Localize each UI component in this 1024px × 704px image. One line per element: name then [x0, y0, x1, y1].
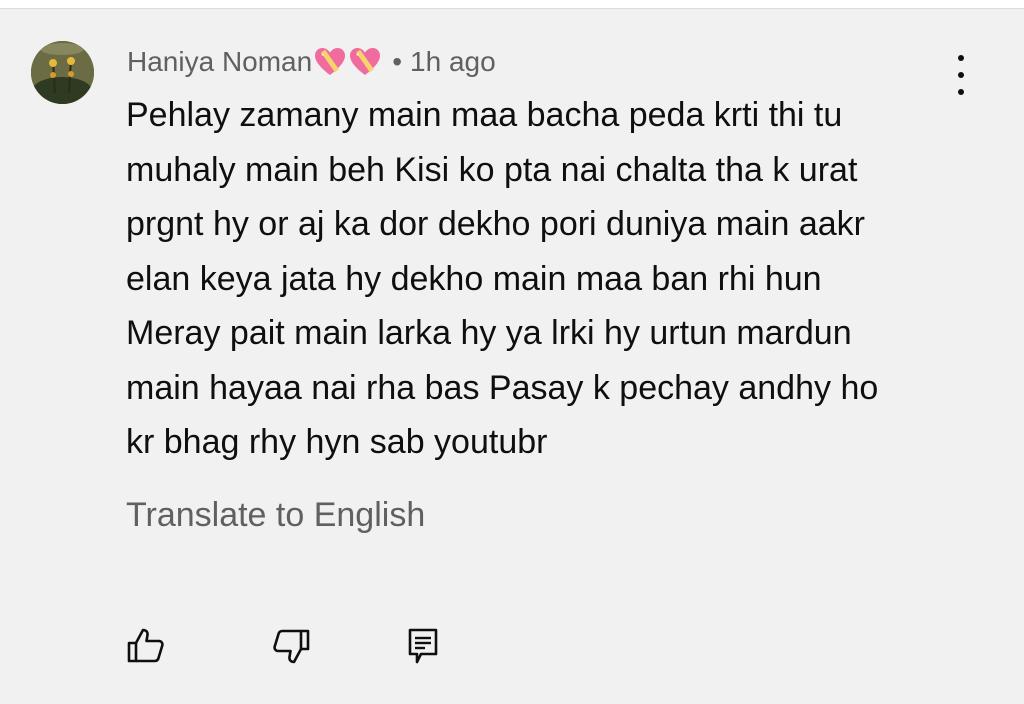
thumbs-down-icon [273, 629, 310, 664]
timestamp: 1h ago [410, 46, 496, 77]
comment-text-line: kr bhag rhy hyn sab youtubr [126, 423, 548, 461]
comment-text: Pehlay zamany main maa bacha peda krti t… [126, 88, 986, 470]
thumbs-up-icon [127, 628, 164, 663]
comment-header: Haniya Noman • 1h ago [127, 42, 496, 82]
dislike-button[interactable] [271, 626, 311, 666]
reply-button[interactable] [403, 626, 443, 666]
comment-text-line: Meray pait main larka hy ya lrki hy urtu… [126, 314, 852, 352]
avatar[interactable] [31, 41, 94, 104]
avatar-image [31, 41, 94, 104]
reply-comment-icon [408, 628, 438, 664]
comment-text-line: elan keya jata hy dekho main maa ban rhi… [126, 259, 822, 298]
comment-text-line: Pehlay zamany main maa bacha peda krti t… [126, 96, 843, 134]
sparkling-heart-icon [315, 48, 346, 75]
more-vert-icon-dot [958, 72, 964, 78]
translate-link[interactable]: Translate to English [126, 496, 425, 535]
comment-text-line: muhaly main beh Kisi ko pta nai chalta t… [126, 150, 858, 189]
sparkling-heart-icon [350, 48, 381, 75]
comment-text-line: prgnt hy or aj ka dor dekho pori duniya … [126, 205, 865, 243]
more-vert-icon [958, 55, 964, 61]
top-divider [0, 0, 1024, 9]
author-name[interactable]: Haniya Noman [127, 46, 312, 78]
meta-separator: • [392, 46, 403, 77]
comment-text-line: main hayaa nai rha bas Pasay k pechay an… [126, 368, 879, 407]
like-button[interactable] [126, 626, 166, 666]
